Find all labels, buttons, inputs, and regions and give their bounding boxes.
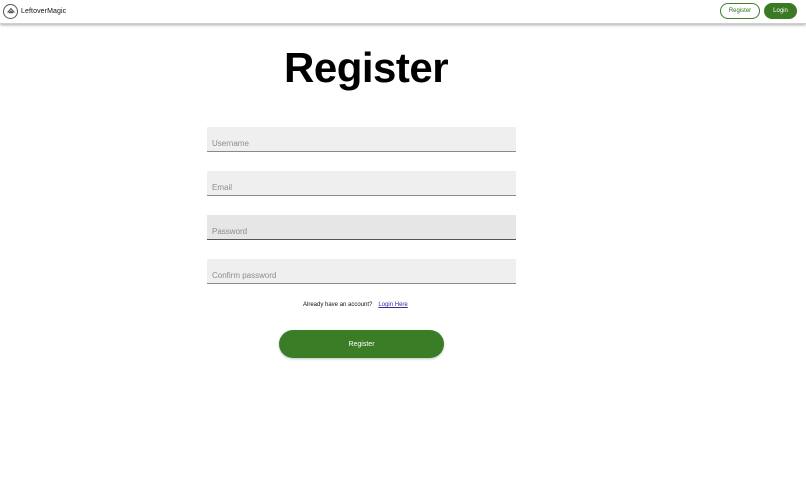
nav-login-button[interactable]: Login	[764, 3, 797, 19]
username-input[interactable]	[207, 127, 516, 151]
confirm-password-input[interactable]	[207, 259, 516, 283]
have-account-text: Already have an account?	[303, 302, 373, 308]
register-submit-button[interactable]: Register	[279, 330, 444, 358]
email-input[interactable]	[207, 171, 516, 195]
logo-icon	[3, 3, 18, 19]
top-navbar: LeftoverMagic Register Login	[0, 0, 806, 24]
login-here-link[interactable]: Login Here	[378, 302, 407, 308]
confirm-password-field[interactable]	[207, 259, 516, 284]
login-prompt: Already have an account? Login Here	[303, 302, 408, 308]
email-field[interactable]	[207, 171, 516, 196]
brand[interactable]: LeftoverMagic	[3, 3, 66, 19]
username-field[interactable]	[207, 127, 516, 152]
password-input[interactable]	[207, 215, 516, 239]
nav-register-button[interactable]: Register	[720, 3, 760, 19]
page-title: Register	[284, 44, 449, 91]
password-field[interactable]	[207, 215, 516, 240]
brand-name: LeftoverMagic	[21, 7, 67, 15]
